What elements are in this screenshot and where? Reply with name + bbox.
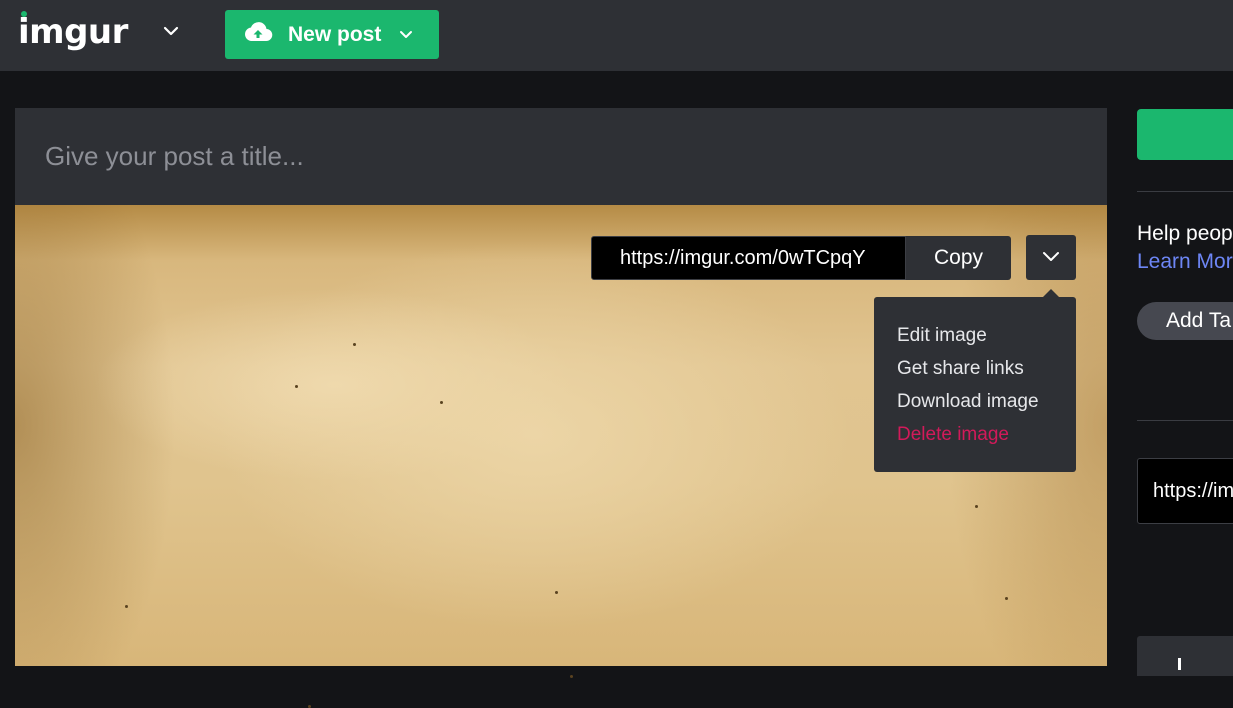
paper-speck <box>295 385 298 388</box>
learn-more-link[interactable]: Learn Mor <box>1137 248 1233 276</box>
image-menu-toggle[interactable] <box>1026 235 1076 280</box>
paper-speck <box>353 343 356 346</box>
paper-speck <box>440 401 443 404</box>
tags-help-text: Help peop <box>1137 222 1233 245</box>
cloud-upload-icon <box>243 21 273 43</box>
logo-dot <box>21 11 27 17</box>
chevron-down-icon[interactable] <box>160 20 182 42</box>
image-options-menu: Edit image Get share links Download imag… <box>874 297 1076 472</box>
menu-item-delete-image[interactable]: Delete image <box>874 418 1076 451</box>
image-url-field[interactable]: https://imgur.com/0wTCpqY <box>591 236 906 280</box>
menu-item-edit-image[interactable]: Edit image <box>874 319 1076 352</box>
paper-speck <box>975 505 978 508</box>
paper-speck <box>570 675 573 678</box>
logo-text: imgur <box>18 12 128 52</box>
post-title-input[interactable] <box>15 108 1107 205</box>
paper-speck <box>125 605 128 608</box>
menu-item-get-share-links[interactable]: Get share links <box>874 352 1076 385</box>
copy-url-button[interactable]: Copy <box>906 236 1011 280</box>
chevron-down-icon <box>1043 252 1059 261</box>
paper-speck <box>555 591 558 594</box>
sidebar-bottom-card <box>1137 636 1233 676</box>
dropdown-caret <box>1043 289 1059 297</box>
paper-speck <box>1005 597 1008 600</box>
add-tags-button[interactable]: Add Ta <box>1137 302 1233 340</box>
new-post-label: New post <box>288 23 382 46</box>
post-link-field[interactable]: https://im <box>1137 458 1233 524</box>
partial-glyph <box>1178 658 1181 670</box>
chevron-down-icon[interactable] <box>397 27 415 43</box>
menu-item-download-image[interactable]: Download image <box>874 385 1076 418</box>
sidebar-divider <box>1137 420 1233 421</box>
sidebar-divider <box>1137 191 1233 192</box>
new-post-button[interactable]: New post <box>225 10 439 59</box>
sidebar-primary-button[interactable] <box>1137 109 1233 160</box>
top-navigation-bar: imgur New post <box>0 0 1233 71</box>
imgur-logo[interactable]: imgur <box>18 10 128 54</box>
